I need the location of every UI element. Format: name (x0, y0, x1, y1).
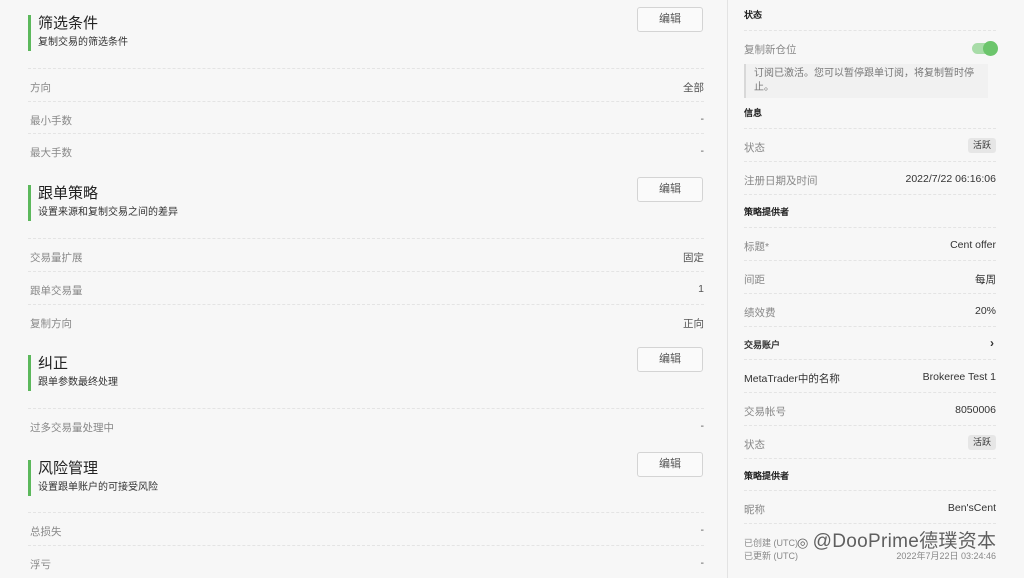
section-title: 风险管理 (38, 460, 99, 477)
row-value: - (700, 557, 705, 569)
section-title: 纠正 (38, 355, 69, 372)
section-title: 筛选条件 (38, 15, 99, 32)
info-header: 信息 (744, 108, 763, 118)
table-row: 交易量扩展 固定 (28, 238, 704, 271)
title-value: Cent offer (950, 239, 996, 251)
edit-strategy-button[interactable]: 编辑 (637, 177, 703, 202)
copy-new-positions-label: 复制新仓位 (744, 44, 797, 56)
edit-risk-button[interactable]: 编辑 (637, 452, 703, 477)
divider (744, 194, 996, 195)
chevron-right-icon: › (990, 336, 994, 350)
status-badge: 活跃 (967, 435, 996, 450)
mt-name-label: MetaTrader中的名称 (744, 373, 840, 385)
interval-label: 间距 (744, 274, 765, 286)
row-value: 1 (698, 283, 704, 295)
table-row: 最小手数 - (28, 101, 704, 134)
section-accent-bar (28, 355, 31, 391)
row-label: 最小手数 (30, 115, 72, 127)
section-filter-header: 筛选条件 复制交易的筛选条件 编辑 (28, 7, 706, 63)
section-accent-bar (28, 460, 31, 496)
mt-name-value: Brokeree Test 1 (922, 371, 996, 383)
interval-value: 每周 (975, 274, 996, 286)
nickname-row: 昵称 Ben'sCent (744, 490, 996, 523)
section-accent-bar (28, 185, 31, 221)
row-value: 固定 (683, 252, 704, 264)
section-correction-header: 纠正 跟单参数最终处理 编辑 (28, 347, 706, 403)
row-label: 复制方向 (30, 318, 72, 330)
account-no-value: 8050006 (955, 404, 996, 416)
divider (744, 458, 996, 459)
table-row: 方向 全部 (28, 68, 704, 101)
status-badge: 活跃 (967, 138, 996, 153)
table-row: 过多交易量处理中 - (28, 408, 704, 441)
row-value: 全部 (683, 82, 704, 94)
row-label: 最大手数 (30, 147, 72, 159)
copy-new-positions-toggle[interactable] (972, 41, 998, 56)
copy-new-positions-row: 复制新仓位 (744, 30, 998, 63)
section-accent-bar (28, 15, 31, 51)
section-risk-header: 风险管理 设置跟单账户的可接受风险 编辑 (28, 452, 706, 508)
section-subtitle: 设置跟单账户的可接受风险 (38, 482, 158, 493)
edit-correction-button[interactable]: 编辑 (637, 347, 703, 372)
table-row: 总损失 - (28, 512, 704, 545)
toggle-knob (983, 41, 998, 56)
account-status-row: 状态 活跃 (744, 425, 996, 458)
account-header: 交易账户 (744, 340, 781, 350)
account-no-label: 交易帐号 (744, 406, 786, 418)
subscription-notice: 订阅已激活。您可以暂停跟单订阅，将复制暂时停止。 (744, 64, 988, 98)
row-label: 交易量扩展 (30, 252, 83, 264)
interval-row: 间距 每周 (744, 260, 996, 293)
row-value: - (700, 113, 705, 125)
settings-panel: 筛选条件 复制交易的筛选条件 编辑 方向 全部 最小手数 - 最大手数 - 跟单… (0, 0, 722, 578)
row-value: 正向 (683, 318, 704, 330)
registered-row: 注册日期及时间 2022/7/22 06:16:06 (744, 161, 996, 194)
subscription-sidebar: 状态 复制新仓位 订阅已激活。您可以暂停跟单订阅，将复制暂时停止。 信息 状态 … (736, 0, 998, 578)
edit-filter-button[interactable]: 编辑 (637, 7, 703, 32)
fee-row: 绩效费 20% (744, 293, 996, 326)
fee-label: 绩效费 (744, 307, 776, 319)
mt-name-row: MetaTrader中的名称 Brokeree Test 1 (744, 359, 996, 392)
account-status-label: 状态 (744, 439, 765, 451)
row-value: - (700, 524, 705, 536)
provider2-header: 策略提供者 (744, 471, 790, 481)
section-strategy-header: 跟单策略 设置来源和复制交易之间的差异 编辑 (28, 177, 706, 233)
watermark-text: @DooPrime德璞资本 (812, 531, 997, 552)
row-label: 方向 (30, 82, 51, 94)
title-label: 标题* (744, 241, 770, 253)
nickname-label: 昵称 (744, 504, 765, 516)
registered-value: 2022/7/22 06:16:06 (905, 173, 996, 185)
account-no-row: 交易帐号 8050006 (744, 392, 996, 425)
row-label: 过多交易量处理中 (30, 422, 114, 434)
section-subtitle: 跟单参数最终处理 (38, 377, 118, 388)
section-subtitle: 复制交易的筛选条件 (38, 37, 128, 48)
section-title: 跟单策略 (38, 185, 99, 202)
status-header: 状态 (744, 10, 763, 20)
table-row: 最大手数 - (28, 133, 704, 166)
divider (744, 523, 996, 524)
weibo-icon: ◎ (797, 535, 809, 550)
trading-account-link[interactable]: 交易账户 › (744, 326, 996, 359)
nickname-value: Ben'sCent (947, 502, 996, 514)
table-row: 浮亏 - (28, 545, 704, 578)
watermark: ◎ @DooPrime德璞资本 (797, 526, 996, 553)
row-value: - (700, 145, 705, 157)
table-row: 跟单交易量 1 (28, 271, 704, 304)
row-label: 跟单交易量 (30, 285, 83, 297)
row-label: 总损失 (30, 526, 62, 538)
row-label: 浮亏 (30, 559, 51, 571)
row-value: - (700, 420, 705, 432)
fee-value: 20% (974, 305, 996, 317)
registered-label: 注册日期及时间 (744, 175, 818, 187)
created-label: 已创建 (UTC) (744, 538, 798, 548)
info-status-label: 状态 (744, 142, 765, 154)
updated-label: 已更新 (UTC) (744, 551, 798, 561)
section-subtitle: 设置来源和复制交易之间的差异 (38, 207, 178, 218)
panel-divider (727, 0, 728, 578)
title-row: 标题* Cent offer (744, 227, 996, 260)
table-row: 复制方向 正向 (28, 304, 704, 337)
provider-header: 策略提供者 (744, 207, 790, 217)
info-status-row: 状态 活跃 (744, 128, 996, 161)
